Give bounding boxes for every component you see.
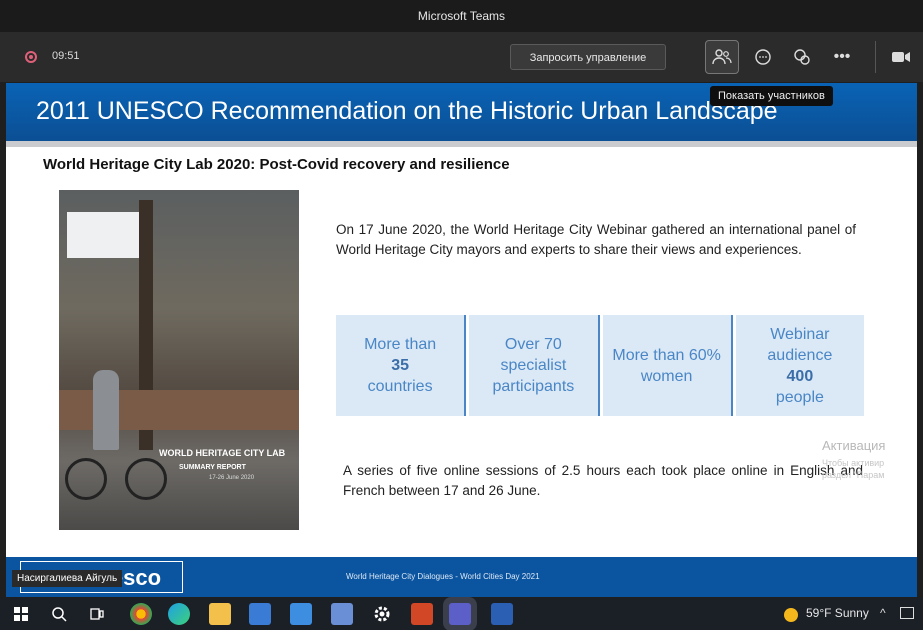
chrome-icon[interactable]	[130, 603, 152, 625]
chat-button[interactable]	[746, 40, 780, 74]
people-icon	[712, 49, 732, 65]
word-icon[interactable]	[491, 603, 513, 625]
intro-paragraph: On 17 June 2020, the World Heritage City…	[336, 222, 856, 257]
slide-heading: 2011 UNESCO Recommendation on the Histor…	[36, 97, 778, 125]
participants-tooltip: Показать участников	[710, 86, 833, 106]
camera-button[interactable]	[884, 40, 918, 74]
powerpoint-icon[interactable]	[411, 603, 433, 625]
window-title-bar: Microsoft Teams	[0, 0, 923, 32]
store-icon[interactable]	[249, 603, 271, 625]
stats-row: More than 35 countries Over 70 specialist pa…	[336, 315, 864, 416]
recording-icon	[25, 51, 37, 63]
weather-sun-icon	[784, 608, 798, 622]
windows-activation-title: Активация	[822, 438, 886, 453]
footer-caption: World Heritage City Dialogues - World Ci…	[346, 572, 540, 581]
search-button[interactable]	[48, 603, 70, 625]
task-view-icon	[90, 608, 104, 620]
bicycle-wheel	[65, 458, 107, 500]
teams-icon[interactable]	[449, 603, 471, 625]
chat-icon	[755, 49, 771, 65]
cover-title: WORLD HERITAGE CITY LAB	[159, 448, 286, 458]
start-button[interactable]	[10, 603, 32, 625]
slide-divider	[6, 141, 917, 147]
weather-status[interactable]: 59°F Sunny	[806, 606, 869, 620]
window-title: Microsoft Teams	[417, 9, 506, 23]
file-explorer-icon[interactable]	[209, 603, 231, 625]
participants-button[interactable]	[705, 40, 739, 74]
stat-audience: Webinar audience 400 people	[735, 315, 864, 416]
settings-button[interactable]	[371, 603, 393, 625]
cover-subtitle: SUMMARY REPORT	[179, 464, 246, 471]
slide-subtitle: World Heritage City Lab 2020: Post-Covid…	[43, 156, 510, 173]
stat-women: More than 60% women	[602, 315, 733, 416]
search-icon	[52, 607, 67, 622]
more-options-button[interactable]: •••	[825, 40, 859, 74]
tray-chevron[interactable]: ^	[880, 606, 886, 620]
bicycle-wheel	[125, 458, 167, 500]
network-icon[interactable]	[900, 607, 914, 619]
mail-icon[interactable]	[290, 603, 312, 625]
request-control-button[interactable]: Запросить управление	[510, 44, 666, 70]
meeting-timer: 09:51	[52, 50, 80, 62]
edge-icon[interactable]	[168, 603, 190, 625]
more-icon: •••	[833, 48, 851, 65]
cover-dates: 17-26 June 2020	[209, 475, 255, 481]
task-view-button[interactable]	[86, 603, 108, 625]
stat-participants: Over 70 specialist participants	[469, 315, 600, 416]
toolbar-divider	[875, 41, 876, 73]
shared-slide: 2011 UNESCO Recommendation on the Histor…	[6, 83, 917, 597]
stat-countries: More than 35 countries	[336, 315, 467, 416]
series-paragraph: A series of five online sessions of 2.5 …	[343, 463, 863, 498]
presenter-name: Насиргалиева Айгуль	[12, 570, 123, 587]
cyclist	[93, 370, 119, 450]
windows-activation-hint: Чтобы активир раздел "Парам	[822, 458, 885, 480]
calculator-icon[interactable]	[331, 603, 353, 625]
camera-icon	[892, 52, 910, 62]
gear-icon	[374, 606, 390, 622]
reactions-icon	[794, 49, 810, 65]
reactions-button[interactable]	[785, 40, 819, 74]
windows-icon	[14, 607, 28, 621]
report-cover-image: WORLD HERITAGE CITY LAB SUMMARY REPORT 1…	[59, 190, 299, 530]
